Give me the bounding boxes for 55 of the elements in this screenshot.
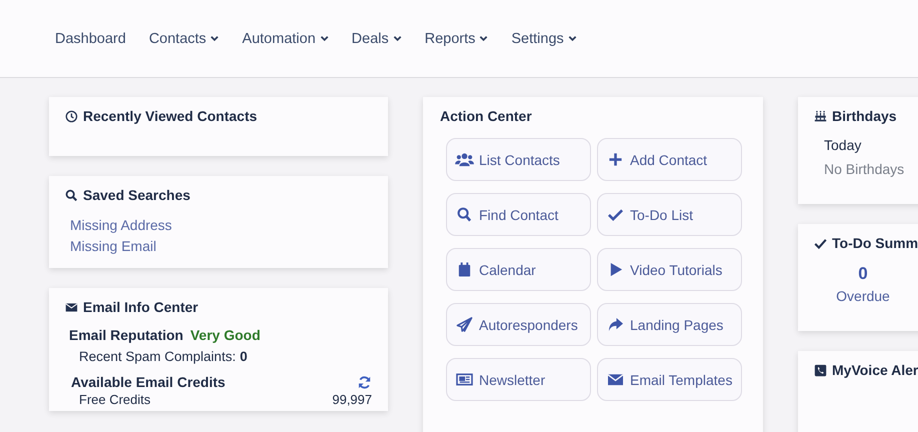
action-button[interactable]: To-Do List [597,193,742,236]
card-title: Saved Searches [83,187,190,203]
nav-link[interactable]: Dashboard [55,30,126,46]
chevron-down-icon [320,34,329,43]
nav-link[interactable]: Contacts [148,30,220,46]
action-button[interactable]: Find Contact [446,193,591,236]
card-title: MyVoice Aler [832,362,918,378]
nav-link[interactable]: Automation [242,30,329,46]
chevron-down-icon [210,34,220,43]
newspaper-icon [455,372,474,387]
checkmark-icon [814,236,827,250]
nav-link[interactable]: Settings [511,30,577,46]
nav-link[interactable]: Deals [352,30,402,46]
action-button[interactable]: Video Tutorials [597,248,742,291]
spam-count: 0 [240,349,248,364]
action-button[interactable]: Calendar [446,248,591,291]
chevron-down-icon [568,34,577,43]
cake-icon [814,110,827,122]
spam-label: Recent Spam Complaints: [79,349,236,364]
search-icon [65,188,78,202]
reputation-value: Very Good [190,327,260,343]
reputation-label: Email Reputation [69,327,184,343]
paper-plane-icon [455,317,474,332]
card-title: Birthdays [832,108,897,124]
action-button[interactable]: Autoresponders [446,303,591,346]
action-button[interactable]: List Contacts [446,138,591,181]
overdue-label: Overdue [835,288,891,304]
empty-message: No Birthdays [824,161,906,177]
saved-search-link[interactable]: Missing Address [70,217,172,233]
search-icon [455,207,474,222]
birthdays-heading: Today [824,137,862,153]
action-button[interactable]: Newsletter [446,358,591,401]
chevron-down-icon [479,34,488,43]
card-title: Email Info Center [83,299,198,315]
credits-heading: Available Email Credits [71,374,226,390]
envelope-icon [65,300,78,314]
chevron-down-icon [392,34,402,43]
saved-search-link[interactable]: Missing Email [70,238,156,254]
action-button[interactable]: Landing Pages [597,303,742,346]
refresh-icon[interactable] [357,374,372,390]
phone-icon [814,364,827,376]
overdue-count: 0 [857,264,869,284]
action-button[interactable]: Add Contact [597,138,742,181]
credit-label: Free Credits [79,392,151,407]
card-title: To-Do Summ [832,235,918,251]
clock-icon [65,110,78,122]
card-title: Action Center [440,108,532,124]
checkmark-icon [606,207,625,222]
share-arrow-icon [606,317,625,332]
envelope-icon [606,372,625,387]
users-icon [455,152,474,167]
credit-value: 99,997 [332,392,372,407]
action-button[interactable]: Email Templates [597,358,742,401]
card-title: Recently Viewed Contacts [83,108,258,124]
nav-link[interactable]: Reports [424,30,488,46]
